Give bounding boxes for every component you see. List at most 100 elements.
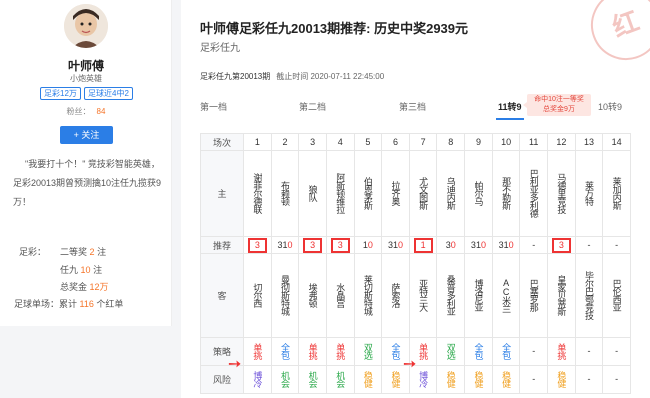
- home-team: 阿斯顿维拉: [325, 150, 355, 237]
- pick-value: 3: [303, 237, 323, 253]
- home-team-name: 莱加内斯: [611, 176, 622, 209]
- fans-label: 粉丝：: [66, 107, 91, 116]
- home-team: 乌迪内斯: [436, 150, 466, 237]
- away-team: 巴塞罗那: [519, 253, 549, 338]
- pick-cell: 3: [243, 236, 272, 254]
- risk-value: -: [528, 374, 539, 383]
- away-team-name: 皇家贝蒂斯: [556, 274, 567, 315]
- risk-value: 稳健: [445, 370, 456, 387]
- strategy-cell: -: [574, 337, 604, 366]
- risk-cell: -: [602, 365, 631, 394]
- home-team-name: 帕尔马: [473, 180, 484, 205]
- home-team-name: 巴利亚多利德: [528, 168, 539, 217]
- strategy-cell: 全包: [270, 337, 300, 366]
- strategy-value: 单挑: [335, 342, 346, 359]
- match-number: 12: [547, 133, 576, 151]
- fans-value: 84: [96, 107, 106, 116]
- match-number: 5: [353, 133, 383, 151]
- risk-cell: -: [519, 365, 549, 394]
- risk-cell: 稳健: [491, 365, 521, 394]
- away-team: 桑普多利亚: [436, 253, 466, 338]
- home-team: 布赖顿: [270, 150, 300, 237]
- away-team: 皇家贝蒂斯: [547, 253, 576, 338]
- zucai-stat-prize: 总奖金 12万: [60, 282, 109, 292]
- risk-cell: 机会: [298, 365, 327, 394]
- tab-tier-3[interactable]: 第三档: [399, 100, 426, 113]
- label-home: 主: [200, 150, 244, 237]
- strategy-cell: 全包: [491, 337, 521, 366]
- home-team-name: 谢菲尔德联: [252, 172, 263, 213]
- tab-11to9[interactable]: 11转9: [498, 100, 522, 113]
- expert-card: 叶师傅 小炮英雄 足彩12万 足球近4中2 粉丝： 84 + 关注 "我要打十个！…: [0, 0, 172, 326]
- away-team-name: 毕尔巴鄂竞技: [584, 270, 594, 319]
- away-team-name: 切尔西: [252, 282, 263, 307]
- home-team: 谢菲尔德联: [243, 150, 272, 237]
- bubble-line-2: 总奖金9万: [543, 106, 575, 113]
- tab-10to9[interactable]: 10转9: [598, 100, 622, 113]
- follow-button[interactable]: + 关注: [60, 126, 113, 144]
- avatar[interactable]: [64, 4, 108, 48]
- pick-cell: 3: [547, 236, 576, 254]
- match-number: 13: [574, 133, 604, 151]
- home-team: 巴利亚多利德: [519, 150, 549, 237]
- pick-cell: 310: [464, 236, 493, 254]
- away-team-name: 亚特兰大: [418, 278, 429, 311]
- away-team: 毕尔巴鄂竞技: [574, 253, 604, 338]
- pick-value: 10: [362, 240, 373, 250]
- risk-cell: -: [574, 365, 604, 394]
- home-team: 拉齐奥: [381, 150, 410, 237]
- match-number: 6: [381, 133, 410, 151]
- pick-value: 310: [388, 240, 404, 250]
- risk-cell: 稳健: [353, 365, 383, 394]
- strategy-value: 单挑: [252, 342, 263, 359]
- badge-zucai: 足彩12万: [40, 87, 81, 100]
- away-team-name: 曼彻斯特城: [279, 274, 290, 315]
- strategy-cell: 双选: [436, 337, 466, 366]
- away-team: 莱切斯特城: [353, 253, 383, 338]
- pick-value: -: [532, 240, 536, 250]
- match-number: 8: [436, 133, 466, 151]
- away-team-name: 桑普多利亚: [445, 274, 456, 315]
- tab-tier-1[interactable]: 第一档: [200, 100, 227, 113]
- away-team: 埃弗顿: [298, 253, 327, 338]
- strategy-cell: 单挑: [325, 337, 355, 366]
- away-team-name: 萨索洛: [390, 282, 401, 307]
- away-team-name: AC米兰: [501, 277, 512, 312]
- issue-number: 足彩任九第20013期: [200, 72, 271, 81]
- risk-value: 稳健: [556, 370, 567, 387]
- pick-cell: 310: [381, 236, 410, 254]
- risk-value: 稳健: [390, 370, 401, 387]
- strategy-value: -: [584, 346, 594, 355]
- strategy-value: 双选: [445, 342, 456, 359]
- tab-tier-2[interactable]: 第二档: [299, 100, 326, 113]
- strategy-value: -: [528, 346, 539, 355]
- away-team: 水晶宫: [325, 253, 355, 338]
- home-team: 莱万特: [574, 150, 604, 237]
- match-number: 3: [298, 133, 327, 151]
- pick-cell: 3: [325, 236, 355, 254]
- home-team: 伯恩茅斯: [353, 150, 383, 237]
- match-number: 14: [602, 133, 631, 151]
- risk-value: 机会: [279, 370, 290, 387]
- pick-value: 310: [277, 240, 293, 250]
- strategy-value: 双选: [362, 342, 373, 359]
- pick-value: 3: [247, 237, 267, 253]
- pick-value: 30: [445, 240, 456, 250]
- pick-value: 310: [498, 240, 514, 250]
- risk-cell: 稳健: [436, 365, 466, 394]
- zucai-label: 足彩：: [19, 247, 47, 257]
- home-team: 莱加内斯: [602, 150, 631, 237]
- away-team: 巴伦西亚: [602, 253, 631, 338]
- home-team-name: 尤文图斯: [418, 176, 429, 209]
- match-number: 7: [408, 133, 438, 151]
- away-team-name: 水晶宫: [335, 282, 346, 307]
- pick-value: 1: [413, 237, 433, 253]
- risk-cell: 稳健: [547, 365, 576, 394]
- away-team: 亚特兰大: [408, 253, 438, 338]
- home-team: 那不勒斯: [491, 150, 521, 237]
- away-team-name: 埃弗顿: [307, 282, 318, 307]
- home-team-name: 拉齐奥: [390, 180, 401, 205]
- risk-value: -: [611, 374, 622, 383]
- away-team-name: 巴塞罗那: [528, 278, 539, 311]
- risk-value: -: [584, 374, 594, 383]
